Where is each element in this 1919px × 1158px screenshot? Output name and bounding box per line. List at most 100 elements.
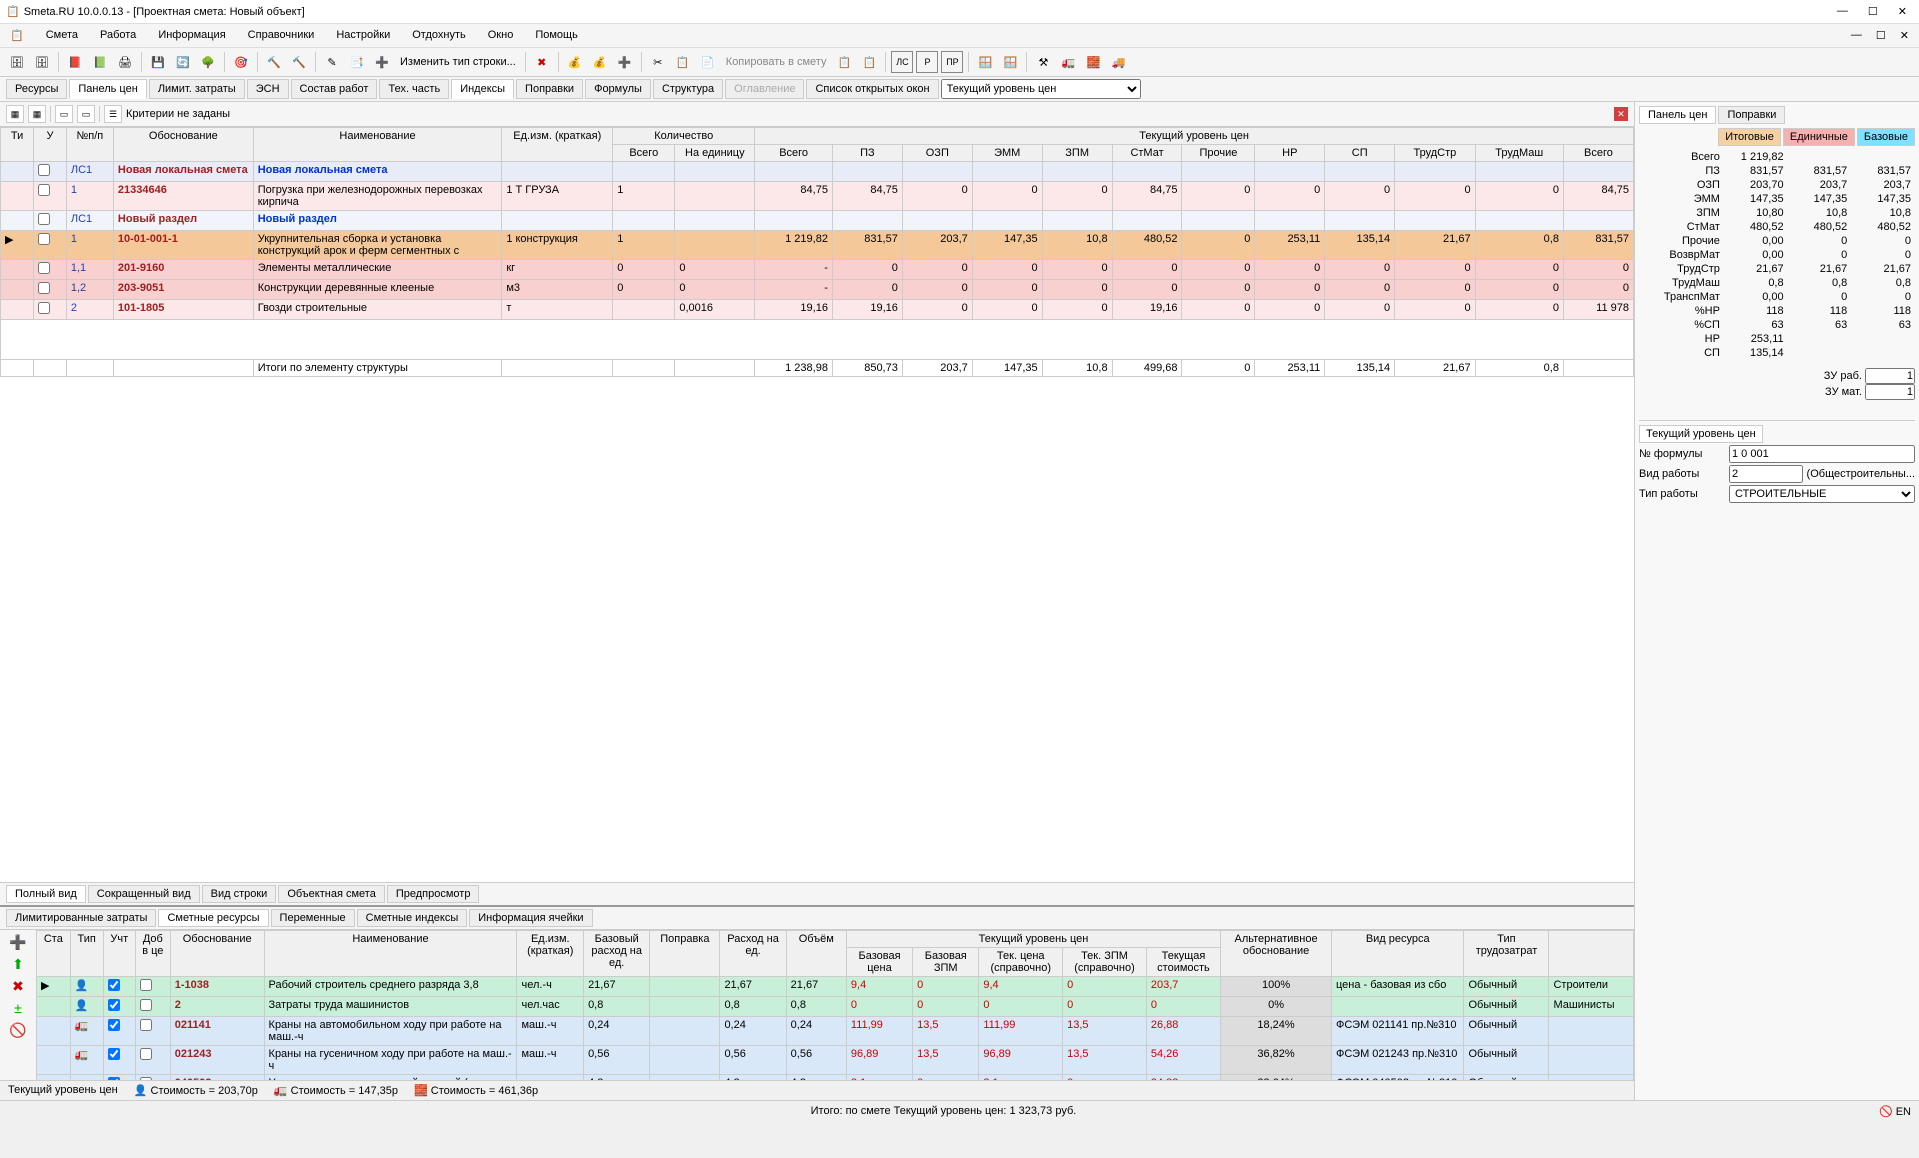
menu-nastr[interactable]: Настройки <box>332 26 394 45</box>
th-p-ozp[interactable]: ОЗП <box>902 145 972 162</box>
tb-db1-icon[interactable]: 🗄 <box>6 51 28 73</box>
bb-up-icon[interactable]: ⬆ <box>8 954 28 974</box>
bh-ts[interactable]: Текущая стоимость <box>1146 948 1220 977</box>
bh-tc[interactable]: Тек. цена (справочно) <box>979 948 1063 977</box>
tb-copy-to[interactable]: Копировать в смету <box>722 56 831 68</box>
vb-sostav[interactable]: Состав работ <box>291 79 378 99</box>
vb-windows[interactable]: Список открытых окон <box>806 79 938 99</box>
vb-price-panel[interactable]: Панель цен <box>69 79 146 99</box>
tb-tool1-icon[interactable]: ⚒ <box>1032 51 1054 73</box>
th-p-sp[interactable]: СП <box>1325 145 1395 162</box>
rp-tab-prices[interactable]: Панель цен <box>1639 106 1716 124</box>
tb-pdf-icon[interactable]: 📕 <box>64 51 86 73</box>
crit-btn3[interactable]: ▭ <box>55 105 73 123</box>
crit-btn2[interactable]: ▦ <box>28 105 46 123</box>
bt-cellinfo[interactable]: Информация ячейки <box>469 909 592 927</box>
tb-pr-icon[interactable]: ПР <box>941 51 963 73</box>
bb-plusminus-icon[interactable]: ± <box>8 998 28 1018</box>
th-p-trudstr[interactable]: ТрудСтр <box>1395 145 1475 162</box>
rp-sub-baz[interactable]: Базовые <box>1857 128 1915 146</box>
tb-refresh-icon[interactable]: 🔄 <box>172 51 194 73</box>
th-tek[interactable]: Текущий уровень цен <box>755 128 1634 145</box>
bh-rasx[interactable]: Расход на ед. <box>720 931 786 977</box>
crit-btn4[interactable]: ▭ <box>77 105 95 123</box>
criteria-close[interactable]: ✕ <box>1614 107 1628 121</box>
bh-vid[interactable]: Тип трудозатрат <box>1464 931 1549 977</box>
vt-row[interactable]: Вид строки <box>202 885 277 903</box>
table-row[interactable]: 2101-1805Гвозди строительныет0,001619,16… <box>1 300 1634 320</box>
th-qty[interactable]: Количество <box>613 128 755 145</box>
vb-tech[interactable]: Тех. часть <box>379 79 449 99</box>
resource-row[interactable]: 👤2Затраты труда машинистовчел.час0,80,80… <box>37 997 1634 1017</box>
tb-edit-icon[interactable]: ✎ <box>321 51 343 73</box>
bh-dob[interactable]: Доб в це <box>135 931 170 977</box>
bh-sta[interactable]: Ста <box>37 931 71 977</box>
main-grid[interactable]: Ти У №п/п Обоснование Наименование Ед.из… <box>0 127 1634 882</box>
resource-row[interactable]: ▶👤1-1038Рабочий строитель среднего разря… <box>37 977 1634 997</box>
table-row[interactable]: ЛС1Новая локальная сметаНовая локальная … <box>1 162 1634 182</box>
bh-obos[interactable]: Обоснование <box>170 931 264 977</box>
th-p-stmat[interactable]: СтМат <box>1112 145 1182 162</box>
vt-short[interactable]: Сокращенный вид <box>88 885 200 903</box>
bh-tek[interactable]: Текущий уровень цен <box>846 931 1220 948</box>
th-p-pz[interactable]: ПЗ <box>832 145 902 162</box>
table-row[interactable]: 1,2203-9051Конструкции деревянные клеены… <box>1 280 1634 300</box>
th-num[interactable]: №п/п <box>66 128 113 162</box>
vb-struktura[interactable]: Структура <box>653 79 723 99</box>
tb-cut-icon[interactable]: ✂ <box>647 51 669 73</box>
tb-win2-icon[interactable]: 🪟 <box>999 51 1021 73</box>
bh-bc[interactable]: Базовая цена <box>846 948 912 977</box>
th-u[interactable]: У <box>34 128 67 162</box>
crit-btn5[interactable]: ☰ <box>104 105 122 123</box>
th-p-proch[interactable]: Прочие <box>1182 145 1255 162</box>
table-row[interactable]: 121334646Погрузка при железнодорожных пе… <box>1 182 1634 211</box>
menu-pomosh[interactable]: Помощь <box>531 26 582 45</box>
tb-coins1-icon[interactable]: 💰 <box>564 51 586 73</box>
vb-formuly[interactable]: Формулы <box>585 79 651 99</box>
vb-indexes[interactable]: Индексы <box>451 79 514 99</box>
vb-resources[interactable]: Ресурсы <box>6 79 67 99</box>
th-p-trudmash[interactable]: ТрудМаш <box>1475 145 1563 162</box>
bh-bras[interactable]: Базовый расход на ед. <box>584 931 650 977</box>
tb-paste-icon[interactable]: 📄 <box>697 51 719 73</box>
tb-delete-icon[interactable]: ✖ <box>531 51 553 73</box>
crit-btn1[interactable]: ▦ <box>6 105 24 123</box>
menu-rabota[interactable]: Работа <box>96 26 140 45</box>
bb-forbid-icon[interactable]: 🚫 <box>8 1020 28 1040</box>
bb-add-icon[interactable]: ➕ <box>8 932 28 952</box>
rp-tip[interactable]: СТРОИТЕЛЬНЫЕ <box>1729 485 1915 503</box>
tb-db2-icon[interactable]: 🗄 <box>31 51 53 73</box>
tb-truck2-icon[interactable]: 🚚 <box>1107 51 1129 73</box>
vt-obj[interactable]: Объектная смета <box>278 885 385 903</box>
th-ed[interactable]: Ед.изм. (краткая) <box>502 128 613 162</box>
tb-brick-icon[interactable]: 🧱 <box>1082 51 1104 73</box>
tb-ls-icon[interactable]: ЛС <box>891 51 913 73</box>
bh-tipt[interactable] <box>1549 931 1634 977</box>
bt-limit[interactable]: Лимитированные затраты <box>6 909 156 927</box>
tb-coins3-icon[interactable]: ➕ <box>614 51 636 73</box>
bb-del-icon[interactable]: ✖ <box>8 976 28 996</box>
tb-add-icon[interactable]: ➕ <box>371 51 393 73</box>
bh-ucht[interactable]: Учт <box>103 931 135 977</box>
tb-truck1-icon[interactable]: 🚛 <box>1057 51 1079 73</box>
mdi-min[interactable]: — <box>1847 26 1866 45</box>
tb-win1-icon[interactable]: 🪟 <box>974 51 996 73</box>
rp-zu-rab[interactable] <box>1865 368 1915 384</box>
menu-sprav[interactable]: Справочники <box>244 26 319 45</box>
tb-copy-icon[interactable]: 📋 <box>672 51 694 73</box>
bh-tip[interactable]: Тип <box>70 931 103 977</box>
bh-name[interactable]: Наименование <box>264 931 517 977</box>
table-row[interactable]: ▶110-01-001-1Укрупнительная сборка и уст… <box>1 231 1634 260</box>
bh-obj[interactable]: Объём <box>786 931 846 977</box>
tb-target-icon[interactable]: 🎯 <box>230 51 252 73</box>
tb-change-type[interactable]: Изменить тип строки... <box>396 56 520 68</box>
rp-tek-tab[interactable]: Текущий уровень цен <box>1639 425 1763 443</box>
app-menu-icon[interactable]: 📋 <box>6 26 28 45</box>
tb-coins2-icon[interactable]: 💰 <box>589 51 611 73</box>
rp-sub-itog[interactable]: Итоговые <box>1718 128 1781 146</box>
vt-full[interactable]: Полный вид <box>6 885 86 903</box>
bh-bz[interactable]: Базовая ЗПМ <box>913 948 979 977</box>
bh-proc[interactable]: Альтернативное обоснование <box>1221 931 1332 977</box>
th-p-nr[interactable]: НР <box>1255 145 1325 162</box>
vb-esn[interactable]: ЭСН <box>247 79 289 99</box>
